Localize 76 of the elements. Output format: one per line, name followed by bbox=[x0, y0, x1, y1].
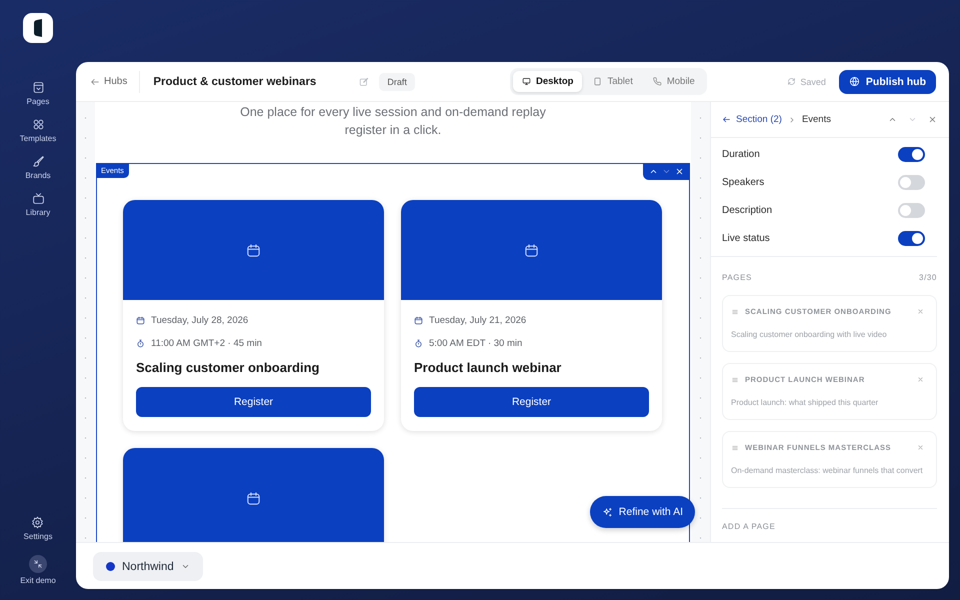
chevron-down-icon[interactable] bbox=[662, 167, 671, 176]
event-time: 11:00 AM GMT+2 · 45 min bbox=[151, 338, 262, 348]
phone-icon bbox=[652, 77, 662, 86]
toggle-switch[interactable] bbox=[898, 146, 925, 162]
page-item-description: Product launch: what shipped this quarter bbox=[731, 397, 880, 409]
drag-handle-icon[interactable] bbox=[731, 308, 739, 316]
toggle-switch[interactable] bbox=[898, 174, 925, 190]
device-tab[interactable]: Desktop bbox=[513, 71, 582, 92]
nav-item[interactable]: Exit demo bbox=[20, 555, 56, 585]
drag-handle-icon[interactable] bbox=[731, 376, 739, 384]
chevron-down-icon bbox=[180, 562, 190, 571]
refresh-icon bbox=[787, 77, 796, 86]
nav-item[interactable]: Library bbox=[20, 192, 56, 217]
calendar-icon bbox=[246, 490, 261, 506]
brand-dot bbox=[106, 562, 115, 571]
globe-icon bbox=[848, 76, 860, 87]
save-status: Saved bbox=[787, 76, 826, 86]
page-title: Product & customer webinars bbox=[153, 76, 318, 88]
pages-count: 3/30 bbox=[919, 273, 937, 282]
tablet-icon bbox=[593, 77, 602, 86]
page-item-description: Scaling customer onboarding with live video bbox=[731, 329, 888, 341]
back-arrow-icon bbox=[722, 115, 731, 124]
brush-icon bbox=[32, 155, 44, 168]
event-date: Tuesday, July 28, 2026 bbox=[151, 314, 248, 326]
drag-handle-icon[interactable] bbox=[731, 444, 739, 452]
toggle-label: Description bbox=[722, 204, 772, 216]
breadcrumb-link[interactable]: Section (2) bbox=[722, 114, 782, 125]
nav-item[interactable]: Settings bbox=[20, 516, 56, 541]
grid-icon bbox=[32, 118, 44, 131]
event-date: Tuesday, July 21, 2026 bbox=[429, 314, 526, 326]
page-item-description: On-demand masterclass: webinar funnels that convert bbox=[731, 465, 924, 477]
publish-button[interactable]: Publish hub bbox=[838, 70, 936, 94]
app-logo[interactable] bbox=[23, 13, 53, 43]
toggle-label: Live status bbox=[722, 232, 770, 244]
toggle-label: Speakers bbox=[722, 176, 764, 188]
timer-icon bbox=[136, 338, 145, 348]
add-page-heading: ADD A PAGE bbox=[722, 508, 937, 531]
event-time: 5:00 AM EDT · 30 min bbox=[429, 338, 522, 348]
calendar-icon bbox=[246, 242, 261, 258]
intro-text: One place for every live session and on-demand replay bbox=[239, 104, 547, 121]
sparkle-icon bbox=[602, 506, 613, 518]
back-arrow-icon bbox=[90, 76, 100, 86]
shrink-icon bbox=[32, 559, 43, 569]
event-title: Scaling customer onboarding bbox=[136, 360, 320, 375]
calendar-icon bbox=[524, 242, 539, 258]
refine-ai-button[interactable]: Refine with AI bbox=[590, 496, 695, 528]
intro-text: register in a click. bbox=[344, 122, 442, 139]
timer-icon bbox=[414, 338, 423, 348]
toggle-switch[interactable] bbox=[898, 230, 925, 246]
register-button[interactable]: Register bbox=[414, 387, 649, 417]
nav-item[interactable]: Templates bbox=[20, 118, 56, 143]
toggle-switch[interactable] bbox=[898, 202, 925, 218]
pages-heading: PAGES bbox=[722, 273, 752, 282]
brand-switcher[interactable]: Northwind bbox=[93, 552, 203, 581]
monitor-icon bbox=[522, 77, 531, 86]
register-button[interactable]: Register bbox=[136, 387, 371, 417]
device-tab[interactable]: Tablet bbox=[584, 71, 642, 92]
back-link[interactable]: Hubs bbox=[90, 70, 140, 92]
chevron-up-icon[interactable] bbox=[888, 115, 897, 124]
chevron-up-icon[interactable] bbox=[649, 167, 658, 176]
breadcrumb-current: Events bbox=[802, 114, 831, 125]
nav-item[interactable]: Pages bbox=[20, 81, 56, 106]
chevron-down-icon[interactable] bbox=[908, 115, 917, 124]
toggle-label: Duration bbox=[722, 148, 760, 160]
edit-icon[interactable] bbox=[359, 76, 370, 86]
tv-icon bbox=[32, 192, 44, 205]
calendar-icon bbox=[136, 316, 145, 324]
status-badge: Draft bbox=[379, 72, 415, 90]
device-tab[interactable]: Mobile bbox=[644, 71, 704, 92]
calendar-icon bbox=[414, 316, 423, 324]
event-title: Product launch webinar bbox=[414, 360, 562, 375]
nav-item[interactable]: Brands bbox=[20, 155, 56, 180]
page-icon bbox=[32, 81, 44, 94]
close-icon[interactable] bbox=[928, 115, 937, 124]
settings-icon bbox=[31, 516, 44, 529]
logo-icon bbox=[33, 19, 43, 37]
